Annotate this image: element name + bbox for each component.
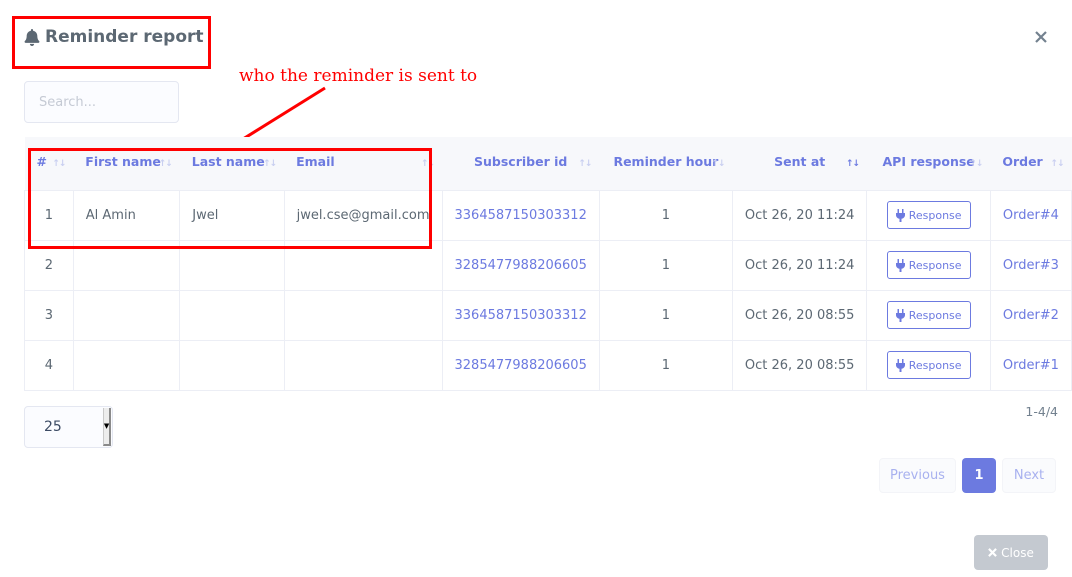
modal-close-button[interactable] [1031, 27, 1051, 47]
cell-sent-at: Oct 26, 20 08:55 [731, 339, 868, 391]
cell-api-response: Response [866, 239, 991, 291]
sort-icon: ↑↓ [1050, 159, 1064, 169]
pagination-previous-button[interactable]: Previous [879, 458, 956, 493]
search-input[interactable] [24, 81, 179, 123]
cell-email [283, 289, 443, 341]
table-row: 4 3285477988206605 1 Oct 26, 20 08:55 Re… [24, 339, 1072, 391]
table-row: 3 3364587150303312 1 Oct 26, 20 08:55 Re… [24, 289, 1072, 341]
cell-number: 3 [24, 289, 74, 341]
plug-icon [895, 358, 905, 372]
response-button[interactable]: Response [886, 301, 971, 329]
response-button[interactable]: Response [886, 201, 971, 229]
sort-desc-icon: ↑↓ [845, 159, 860, 169]
column-header-reminder-hour[interactable]: Reminder hour ↑↓ [599, 137, 733, 191]
cell-reminder-hour: 1 [598, 339, 733, 391]
cell-first-name [72, 339, 181, 391]
cell-sent-at: Oct 26, 20 08:55 [731, 289, 868, 341]
plug-icon [895, 308, 905, 322]
column-header-subscriber-id[interactable]: Subscriber id ↑↓ [442, 137, 600, 191]
cell-subscriber-id-link[interactable]: 3285477988206605 [441, 239, 600, 291]
response-button[interactable]: Response [886, 251, 971, 279]
cell-last-name [179, 289, 285, 341]
cell-subscriber-id-link[interactable]: 3285477988206605 [441, 339, 600, 391]
pagination-range: 1-4/4 [1025, 404, 1058, 419]
cell-api-response: Response [866, 339, 991, 391]
cell-last-name [179, 339, 285, 391]
cell-sent-at: Oct 26, 20 11:24 [731, 189, 868, 241]
dropdown-arrow-icon[interactable]: ▼ [103, 408, 111, 446]
annotation-box-title [12, 16, 211, 69]
plug-icon [895, 258, 905, 272]
close-button[interactable]: Close [974, 535, 1048, 570]
cell-order-link[interactable]: Order#4 [989, 189, 1072, 241]
sort-icon: ↑↓ [578, 159, 592, 169]
per-page-value: 25 [44, 419, 62, 435]
pagination-page-1[interactable]: 1 [962, 458, 996, 493]
response-button[interactable]: Response [886, 351, 971, 379]
column-header-sent-at[interactable]: Sent at ↑↓ [732, 137, 867, 191]
column-header-api-response[interactable]: API response ↑↓ [866, 137, 991, 191]
cell-number: 4 [24, 339, 74, 391]
cell-api-response: Response [866, 289, 991, 341]
close-icon [988, 548, 998, 557]
cell-subscriber-id-link[interactable]: 3364587150303312 [441, 189, 600, 241]
cell-email [283, 339, 443, 391]
cell-reminder-hour: 1 [598, 189, 733, 241]
cell-api-response: Response [866, 189, 991, 241]
annotation-text: who the reminder is sent to [239, 66, 478, 86]
cell-first-name [72, 289, 181, 341]
close-icon [1035, 31, 1047, 43]
cell-reminder-hour: 1 [598, 239, 733, 291]
cell-reminder-hour: 1 [598, 289, 733, 341]
cell-order-link[interactable]: Order#3 [989, 239, 1072, 291]
sort-icon: ↑↓ [711, 159, 725, 169]
cell-sent-at: Oct 26, 20 11:24 [731, 239, 868, 291]
column-header-order[interactable]: Order ↑↓ [990, 137, 1072, 191]
cell-order-link[interactable]: Order#1 [989, 339, 1072, 391]
plug-icon [895, 208, 905, 222]
annotation-box-recipient [28, 148, 432, 249]
cell-subscriber-id-link[interactable]: 3364587150303312 [441, 289, 600, 341]
pagination-next-button[interactable]: Next [1002, 458, 1056, 493]
per-page-select[interactable]: 25 ▼ [24, 406, 113, 448]
sort-icon: ↑↓ [969, 159, 983, 169]
cell-order-link[interactable]: Order#2 [989, 289, 1072, 341]
